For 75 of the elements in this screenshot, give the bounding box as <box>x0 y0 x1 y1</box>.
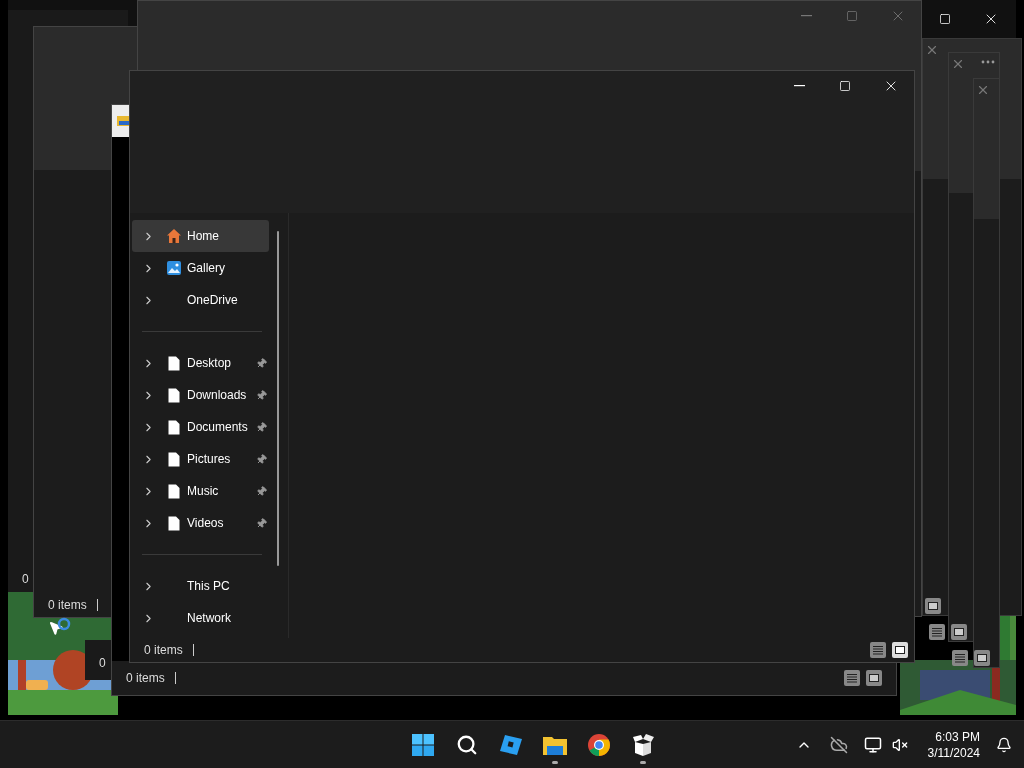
lines-icon <box>872 644 884 656</box>
maximize-icon <box>939 13 951 25</box>
tiles-view-button[interactable] <box>974 650 990 666</box>
nav-label: Music <box>187 483 219 500</box>
minimize-icon <box>800 15 812 17</box>
tile-icon <box>868 672 880 684</box>
nav-label: Home <box>187 228 219 245</box>
tiles-view-button[interactable] <box>951 624 967 640</box>
minimize-icon <box>793 85 805 87</box>
monitor-icon[interactable] <box>863 735 882 754</box>
details-view-button[interactable] <box>870 642 886 658</box>
open-box-icon <box>630 732 655 757</box>
lines-icon <box>931 626 943 638</box>
document-icon <box>168 387 180 403</box>
tile-icon <box>927 600 939 612</box>
close-icon <box>976 83 990 97</box>
document-icon <box>168 419 180 435</box>
nav-label: OneDrive <box>187 292 238 309</box>
windows-icon <box>410 732 435 757</box>
nav-label: Pictures <box>187 451 231 468</box>
close-icon <box>925 43 939 57</box>
nav-label: Documents <box>187 419 248 436</box>
cursor-icon <box>48 620 64 636</box>
maximize-icon <box>846 10 858 22</box>
details-view-button[interactable] <box>929 624 945 640</box>
tiles-view-button[interactable] <box>892 642 908 658</box>
tile-icon <box>953 626 965 638</box>
nav-item[interactable]: Documents <box>132 411 269 443</box>
nav-item[interactable]: Home <box>132 220 269 252</box>
nav-item[interactable]: Downloads <box>132 379 269 411</box>
nav-item[interactable]: This PC <box>132 570 269 602</box>
nav-label: This PC <box>187 578 230 595</box>
tile-icon <box>894 644 906 656</box>
cloud-off-icon[interactable] <box>829 735 848 754</box>
status-text: 0 <box>99 656 106 670</box>
more-icon <box>981 60 995 64</box>
clock-date: 3/11/2024 <box>927 744 980 761</box>
status-text: 0 <box>22 571 30 588</box>
clock-time: 6:03 PM <box>935 728 980 745</box>
nav-item[interactable]: Music <box>132 475 269 507</box>
chrome-icon <box>586 732 611 757</box>
lines-icon <box>846 672 858 684</box>
details-view-button[interactable] <box>844 670 860 686</box>
close-icon <box>951 57 965 71</box>
document-icon <box>168 515 180 531</box>
nav-item[interactable]: Network <box>132 602 269 634</box>
search-icon <box>455 733 478 756</box>
maximize-icon <box>839 80 851 92</box>
nav-item[interactable]: Gallery <box>132 252 269 284</box>
nav-label: Downloads <box>187 387 247 404</box>
details-view-button[interactable] <box>952 650 968 666</box>
document-icon <box>168 483 180 499</box>
document-icon <box>168 451 180 467</box>
tiles-view-button[interactable] <box>925 598 941 614</box>
status-text: 0 items <box>144 642 183 659</box>
document-icon <box>168 355 180 371</box>
nav-label: Desktop <box>187 355 232 372</box>
status-text: 0 items <box>126 670 165 687</box>
muted-speaker-icon[interactable] <box>891 736 908 753</box>
nav-item[interactable]: Desktop <box>132 347 269 379</box>
lines-icon <box>954 652 966 664</box>
tile-icon <box>976 652 988 664</box>
home-icon <box>166 228 182 244</box>
busy-ring-icon <box>57 617 71 631</box>
nav-label: Videos <box>187 515 224 532</box>
nav-label: Gallery <box>187 260 225 277</box>
folder-icon <box>116 114 130 128</box>
nav-item[interactable]: OneDrive <box>132 284 269 316</box>
status-text: 0 items <box>48 597 87 614</box>
nav-label: Network <box>187 610 231 627</box>
gallery-icon <box>166 260 182 276</box>
nav-item[interactable]: Videos <box>132 507 269 539</box>
nav-item[interactable]: Pictures <box>132 443 269 475</box>
notification-bell-icon[interactable] <box>996 736 1012 753</box>
tiles-view-button[interactable] <box>866 670 882 686</box>
